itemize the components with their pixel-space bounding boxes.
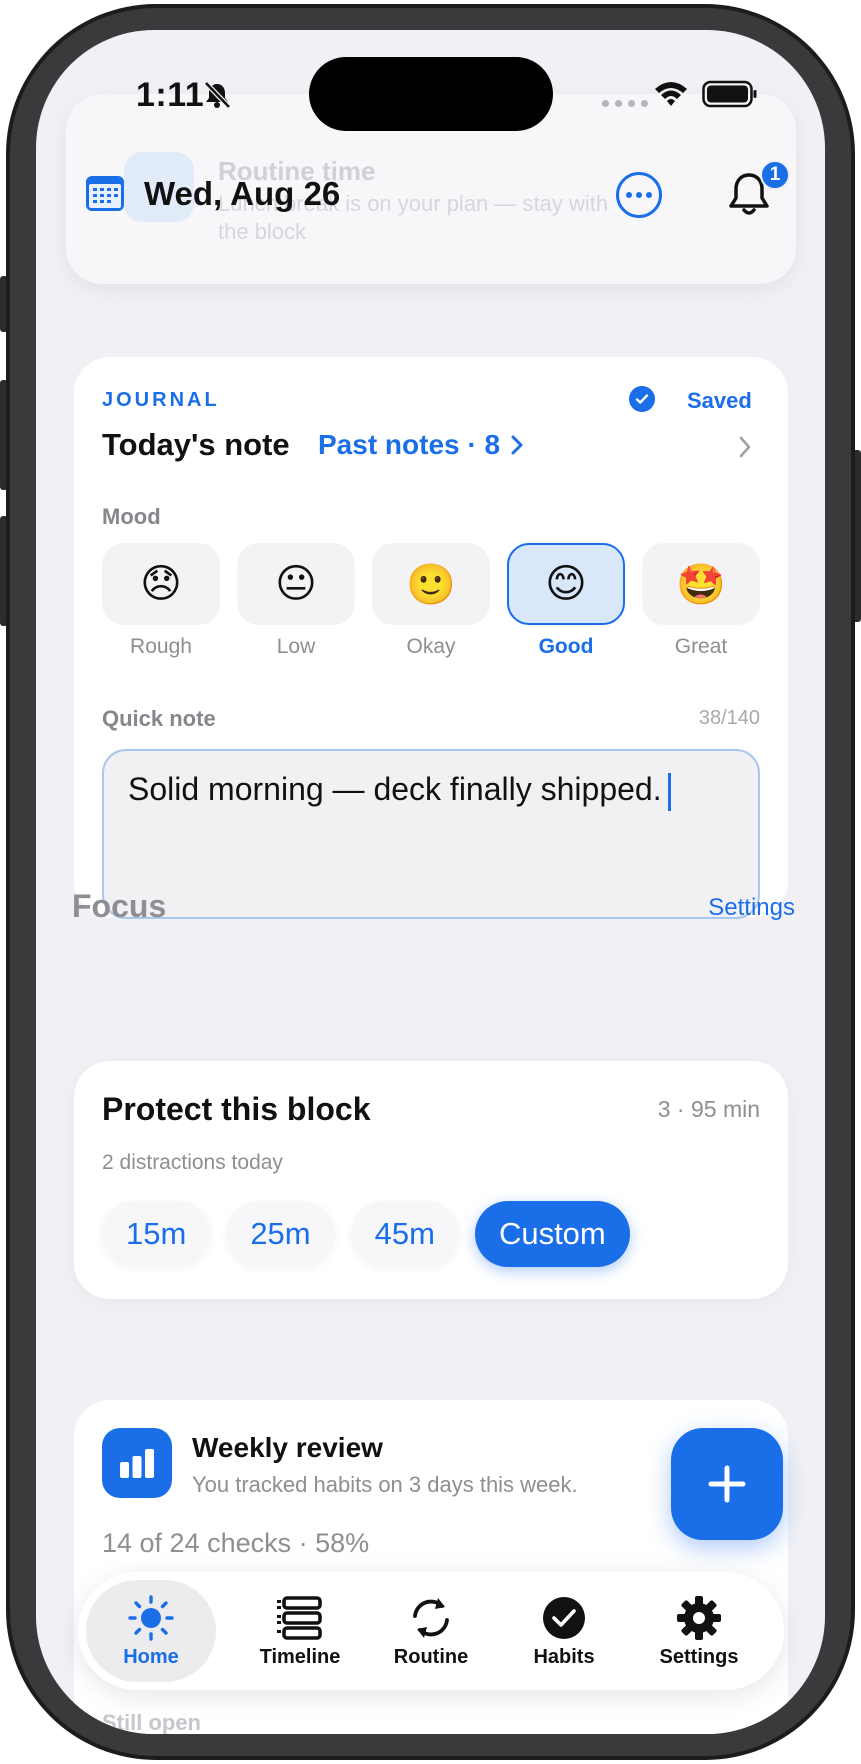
quick-note-label: Quick note bbox=[102, 706, 216, 731]
screen: Routine time Lunch break is on your plan… bbox=[36, 30, 825, 1734]
duration-chips: 15m 25m 45m Custom bbox=[102, 1201, 630, 1267]
focus-card-title: Protect this block bbox=[102, 1091, 371, 1127]
refresh-icon bbox=[413, 1597, 449, 1638]
tab-label: Routine bbox=[393, 1645, 469, 1668]
mood-emoji: 😊 bbox=[507, 543, 625, 625]
mood-emoji: 😞 bbox=[102, 543, 220, 625]
tab-label: Settings bbox=[659, 1645, 739, 1668]
bell-slash-icon bbox=[204, 81, 231, 109]
status-time: 1:11 bbox=[136, 76, 205, 114]
battery-icon bbox=[702, 80, 757, 108]
mood-option-good[interactable]: 😊 Good bbox=[507, 543, 625, 659]
mood-name: Low bbox=[276, 635, 316, 658]
weekly-review-subtitle: You tracked habits on 3 days this week. bbox=[192, 1472, 578, 1497]
plus-icon bbox=[708, 1465, 746, 1503]
wifi-icon bbox=[655, 82, 687, 106]
duration-chip-25m[interactable]: 25m bbox=[226, 1201, 335, 1267]
mood-label: Mood bbox=[102, 504, 161, 529]
notification-badge: 1 bbox=[760, 160, 790, 190]
journal-title: Today's note bbox=[102, 427, 290, 462]
calendar-icon[interactable] bbox=[84, 173, 126, 213]
tab-habits[interactable]: Habits bbox=[499, 1580, 629, 1682]
text-caret bbox=[667, 772, 671, 811]
mood-emoji: 🤩 bbox=[642, 543, 760, 625]
ghost-notification-line2: the block bbox=[218, 219, 307, 244]
tab-timeline[interactable]: Timeline bbox=[235, 1580, 365, 1682]
still-open-label: Still open bbox=[102, 1710, 201, 1734]
tab-bar: Home Timeline Routine Habits Settings bbox=[78, 1572, 784, 1690]
duration-chip-45m[interactable]: 45m bbox=[350, 1201, 459, 1267]
duration-chip-15m[interactable]: 15m bbox=[102, 1201, 211, 1267]
past-notes-link[interactable]: Past notes · 8 bbox=[318, 429, 524, 461]
weekly-review-title: Weekly review bbox=[192, 1432, 383, 1463]
saved-status: Saved bbox=[687, 388, 752, 413]
distractions-count: 2 distractions today bbox=[102, 1151, 283, 1174]
header-date[interactable]: Wed, Aug 26 bbox=[144, 175, 340, 213]
tab-label: Habits bbox=[533, 1645, 595, 1668]
sun-icon bbox=[128, 1594, 174, 1641]
mood-option-okay[interactable]: 🙂 Okay bbox=[372, 543, 490, 659]
mood-name: Okay bbox=[406, 635, 456, 658]
bar-chart-icon bbox=[102, 1428, 172, 1498]
journal-card: JOURNAL Saved Today's note Past notes · … bbox=[74, 357, 788, 919]
tab-label: Home bbox=[123, 1645, 179, 1668]
tab-routine[interactable]: Routine bbox=[366, 1580, 496, 1682]
signal-icon bbox=[602, 100, 648, 107]
more-options-button[interactable] bbox=[616, 172, 662, 218]
tab-label: Timeline bbox=[259, 1645, 341, 1668]
focus-card-meta: 3 · 95 min bbox=[657, 1096, 760, 1122]
mood-name: Great bbox=[674, 635, 728, 658]
weekly-review-stats: 14 of 24 checks · 58% bbox=[102, 1528, 370, 1558]
duration-chip-custom[interactable]: Custom bbox=[474, 1201, 630, 1267]
mood-option-low[interactable]: 😐 Low bbox=[237, 543, 355, 659]
mood-emoji: 🙂 bbox=[372, 543, 490, 625]
timeline-icon bbox=[277, 1595, 322, 1640]
gear-icon bbox=[677, 1595, 721, 1640]
focus-settings-link[interactable]: Settings bbox=[708, 894, 795, 922]
checkmark-icon bbox=[629, 386, 655, 412]
tab-settings[interactable]: Settings bbox=[634, 1580, 764, 1682]
mood-picker: 😞 Rough 😐 Low 🙂 Okay 😊 Good 🤩 Great bbox=[102, 543, 760, 659]
mood-option-great[interactable]: 🤩 Great bbox=[642, 543, 760, 659]
mood-emoji: 😐 bbox=[237, 543, 355, 625]
chevron-right-icon bbox=[511, 435, 523, 455]
mood-option-rough[interactable]: 😞 Rough bbox=[102, 543, 220, 659]
add-button[interactable] bbox=[671, 1428, 783, 1540]
quick-note-text: Solid morning — deck finally shipped. bbox=[128, 771, 662, 807]
mood-name: Rough bbox=[130, 635, 192, 658]
focus-card: Protect this block 3 · 95 min 2 distract… bbox=[74, 1061, 788, 1299]
dynamic-island bbox=[309, 57, 553, 131]
past-notes-label: Past notes · 8 bbox=[318, 429, 501, 460]
checkmark-circle-icon bbox=[543, 1596, 585, 1639]
journal-label: JOURNAL bbox=[102, 389, 220, 411]
quick-note-char-count: 38/140 bbox=[698, 707, 760, 729]
quick-note-field[interactable]: Solid morning — deck finally shipped. bbox=[102, 749, 760, 919]
tab-home[interactable]: Home bbox=[86, 1580, 216, 1682]
mood-name: Good bbox=[538, 635, 594, 658]
focus-heading: Focus bbox=[72, 888, 167, 924]
chevron-right-icon[interactable] bbox=[738, 435, 752, 459]
